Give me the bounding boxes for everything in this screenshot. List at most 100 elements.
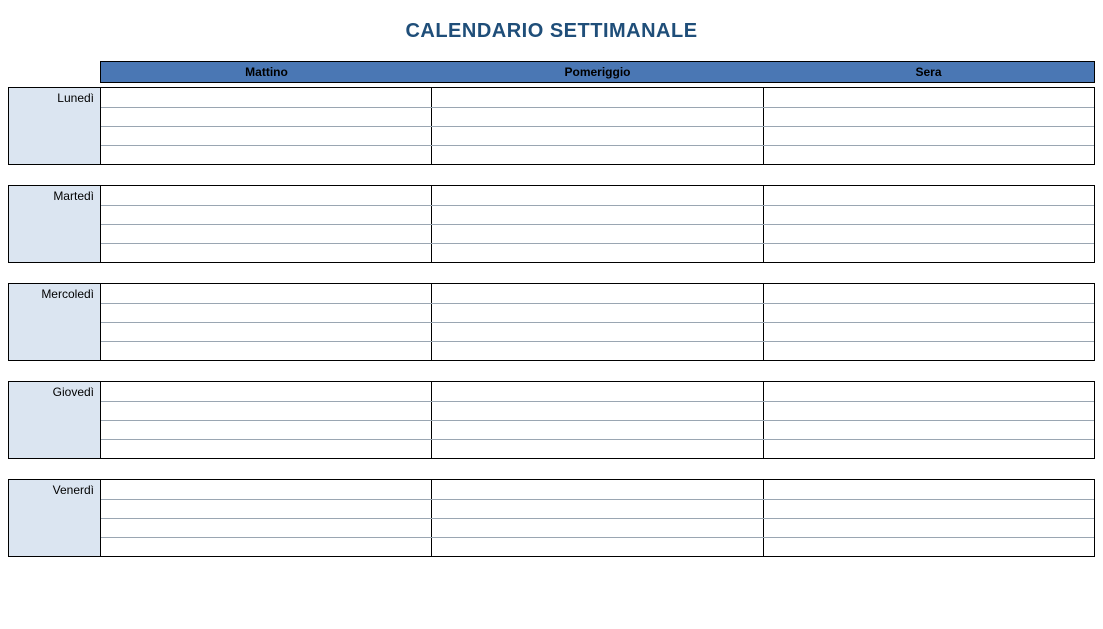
day-cell[interactable] [101, 186, 431, 205]
day-cell[interactable] [101, 146, 431, 164]
day-cell[interactable] [763, 244, 1094, 262]
day-cell[interactable] [101, 88, 431, 107]
day-cell[interactable] [763, 402, 1094, 420]
day-cell[interactable] [763, 88, 1094, 107]
day-cell[interactable] [431, 519, 762, 537]
day-row [101, 439, 1094, 458]
day-cell[interactable] [101, 323, 431, 341]
day-row [101, 480, 1094, 499]
day-cell[interactable] [763, 382, 1094, 401]
day-row [101, 243, 1094, 262]
day-cell[interactable] [431, 538, 762, 556]
day-cell[interactable] [763, 421, 1094, 439]
day-row [101, 205, 1094, 224]
day-grid [100, 381, 1095, 459]
day-cell[interactable] [431, 304, 762, 322]
day-cell[interactable] [431, 500, 762, 518]
day-cell[interactable] [763, 146, 1094, 164]
day-cell[interactable] [101, 284, 431, 303]
day-cell[interactable] [431, 244, 762, 262]
day-grid [100, 479, 1095, 557]
day-cell[interactable] [101, 402, 431, 420]
day-cell[interactable] [763, 342, 1094, 360]
day-row [101, 145, 1094, 164]
day-cell[interactable] [431, 284, 762, 303]
day-row [101, 322, 1094, 341]
day-row [101, 126, 1094, 145]
column-header-row: Mattino Pomeriggio Sera [8, 61, 1095, 83]
day-cell[interactable] [101, 127, 431, 145]
day-cell[interactable] [101, 440, 431, 458]
day-cell[interactable] [763, 127, 1094, 145]
day-row [101, 284, 1094, 303]
day-row [101, 499, 1094, 518]
day-cell[interactable] [101, 342, 431, 360]
day-cell[interactable] [101, 382, 431, 401]
day-row [101, 88, 1094, 107]
day-cell[interactable] [763, 284, 1094, 303]
day-cell[interactable] [101, 480, 431, 499]
day-cell[interactable] [763, 108, 1094, 126]
day-row [101, 303, 1094, 322]
day-cell[interactable] [763, 225, 1094, 243]
day-cell[interactable] [101, 538, 431, 556]
day-block: Lunedì [8, 87, 1095, 165]
day-label: Lunedì [8, 87, 100, 165]
day-label: Mercoledì [8, 283, 100, 361]
day-grid [100, 283, 1095, 361]
column-header-morning: Mattino [101, 62, 432, 82]
day-cell[interactable] [431, 108, 762, 126]
day-grid [100, 87, 1095, 165]
day-cell[interactable] [431, 440, 762, 458]
day-cell[interactable] [763, 538, 1094, 556]
day-cell[interactable] [763, 304, 1094, 322]
column-headers: Mattino Pomeriggio Sera [100, 61, 1095, 83]
day-cell[interactable] [431, 342, 762, 360]
day-row [101, 420, 1094, 439]
day-cell[interactable] [431, 88, 762, 107]
day-cell[interactable] [431, 206, 762, 224]
day-row [101, 186, 1094, 205]
day-cell[interactable] [763, 323, 1094, 341]
day-block: Giovedì [8, 381, 1095, 459]
day-cell[interactable] [763, 206, 1094, 224]
day-cell[interactable] [431, 480, 762, 499]
day-cell[interactable] [101, 500, 431, 518]
day-cell[interactable] [101, 206, 431, 224]
day-cell[interactable] [431, 127, 762, 145]
day-cell[interactable] [431, 421, 762, 439]
day-cell[interactable] [101, 244, 431, 262]
day-block: Venerdì [8, 479, 1095, 557]
column-header-afternoon: Pomeriggio [432, 62, 763, 82]
day-cell[interactable] [101, 304, 431, 322]
day-label: Martedì [8, 185, 100, 263]
day-cell[interactable] [431, 402, 762, 420]
day-cell[interactable] [101, 519, 431, 537]
day-cell[interactable] [431, 146, 762, 164]
day-row [101, 401, 1094, 420]
day-label: Venerdì [8, 479, 100, 557]
day-cell[interactable] [101, 421, 431, 439]
day-block: Martedì [8, 185, 1095, 263]
day-row [101, 341, 1094, 360]
day-row [101, 518, 1094, 537]
day-cell[interactable] [101, 225, 431, 243]
day-cell[interactable] [101, 108, 431, 126]
day-cell[interactable] [763, 440, 1094, 458]
day-cell[interactable] [763, 500, 1094, 518]
day-cell[interactable] [431, 382, 762, 401]
day-cell[interactable] [763, 519, 1094, 537]
day-row [101, 382, 1094, 401]
day-row [101, 224, 1094, 243]
day-block: Mercoledì [8, 283, 1095, 361]
day-cell[interactable] [763, 186, 1094, 205]
day-cell[interactable] [431, 186, 762, 205]
column-header-evening: Sera [763, 62, 1094, 82]
day-cell[interactable] [763, 480, 1094, 499]
day-row [101, 107, 1094, 126]
day-grid [100, 185, 1095, 263]
day-cell[interactable] [431, 323, 762, 341]
day-row [101, 537, 1094, 556]
day-label: Giovedì [8, 381, 100, 459]
day-cell[interactable] [431, 225, 762, 243]
